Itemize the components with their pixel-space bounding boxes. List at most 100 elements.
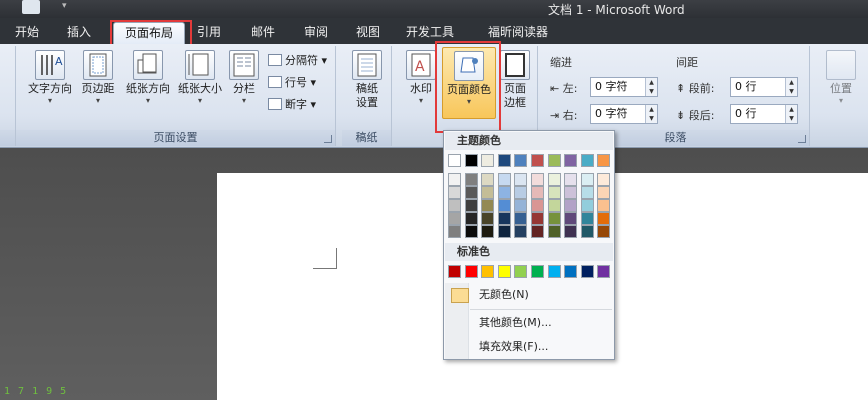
theme-shade-swatch[interactable] bbox=[531, 225, 544, 238]
hyphenation-button[interactable]: 断字 ▾ bbox=[268, 96, 316, 112]
theme-shade-swatch[interactable] bbox=[597, 212, 611, 225]
theme-shade-swatch[interactable] bbox=[564, 212, 578, 225]
indent-right-field[interactable]: 0 字符 ▲ ▼ bbox=[590, 104, 658, 124]
size-button[interactable]: 纸张大小 ▾ bbox=[172, 50, 228, 106]
theme-color-swatch[interactable] bbox=[531, 154, 544, 167]
no-color-menu-item[interactable]: 无颜色(N) bbox=[446, 285, 612, 305]
quick-access-dropdown-icon[interactable]: ▾ bbox=[62, 1, 67, 11]
standard-color-swatch[interactable] bbox=[514, 265, 528, 278]
theme-shade-swatch[interactable] bbox=[481, 186, 495, 199]
theme-shade-swatch[interactable] bbox=[464, 186, 478, 199]
spacing-after-field[interactable]: 0 行 ▲ ▼ bbox=[730, 104, 798, 124]
theme-shade-swatch[interactable] bbox=[547, 212, 561, 225]
margins-button[interactable]: 页边距 ▾ bbox=[76, 50, 120, 106]
theme-shade-swatch[interactable] bbox=[597, 186, 611, 199]
theme-shade-swatch[interactable] bbox=[547, 225, 561, 238]
theme-shade-swatch[interactable] bbox=[531, 212, 544, 225]
theme-color-swatch[interactable] bbox=[481, 154, 495, 167]
theme-shade-swatch[interactable] bbox=[448, 212, 461, 225]
breaks-button[interactable]: 分隔符 ▾ bbox=[268, 52, 327, 68]
theme-shade-swatch[interactable] bbox=[448, 225, 461, 238]
standard-color-swatch[interactable] bbox=[580, 265, 594, 278]
standard-color-swatch[interactable] bbox=[597, 265, 611, 278]
theme-color-swatch[interactable] bbox=[547, 154, 561, 167]
standard-color-swatch[interactable] bbox=[497, 265, 511, 278]
theme-shade-swatch[interactable] bbox=[481, 225, 495, 238]
theme-shade-swatch[interactable] bbox=[497, 186, 511, 199]
tab-view[interactable]: 视图 bbox=[347, 22, 389, 44]
line-numbers-button[interactable]: 行号 ▾ bbox=[268, 74, 316, 90]
theme-color-swatch[interactable] bbox=[564, 154, 578, 167]
spinner-arrows-icon[interactable]: ▲ ▼ bbox=[785, 105, 797, 123]
page-setup-launcher-icon[interactable] bbox=[324, 135, 332, 143]
theme-shade-swatch[interactable] bbox=[564, 199, 578, 212]
theme-color-swatch[interactable] bbox=[497, 154, 511, 167]
theme-shade-swatch[interactable] bbox=[531, 186, 544, 199]
theme-shade-swatch[interactable] bbox=[514, 173, 528, 186]
standard-color-swatch[interactable] bbox=[464, 265, 478, 278]
theme-color-swatch[interactable] bbox=[464, 154, 478, 167]
more-colors-menu-item[interactable]: 其他颜色(M)... bbox=[446, 313, 612, 333]
theme-shade-swatch[interactable] bbox=[580, 225, 594, 238]
tab-mailings[interactable]: 邮件 bbox=[242, 22, 284, 44]
theme-shade-swatch[interactable] bbox=[580, 212, 594, 225]
spinner-arrows-icon[interactable]: ▲ ▼ bbox=[645, 105, 657, 123]
quick-access-save-icon[interactable] bbox=[22, 0, 40, 14]
page-borders-button[interactable]: 页面 边框 bbox=[498, 50, 532, 110]
theme-color-swatch[interactable] bbox=[448, 154, 461, 167]
theme-shade-swatch[interactable] bbox=[531, 173, 544, 186]
standard-color-swatch[interactable] bbox=[481, 265, 495, 278]
theme-shade-swatch[interactable] bbox=[464, 199, 478, 212]
theme-shade-swatch[interactable] bbox=[481, 212, 495, 225]
theme-shade-swatch[interactable] bbox=[564, 186, 578, 199]
standard-color-swatch[interactable] bbox=[531, 265, 544, 278]
theme-shade-swatch[interactable] bbox=[564, 225, 578, 238]
theme-shade-swatch[interactable] bbox=[580, 173, 594, 186]
fill-effects-menu-item[interactable]: 填充效果(F)... bbox=[446, 337, 612, 357]
theme-shade-swatch[interactable] bbox=[597, 173, 611, 186]
tab-references[interactable]: 引用 bbox=[188, 22, 230, 44]
theme-color-swatch[interactable] bbox=[597, 154, 611, 167]
tab-developer[interactable]: 开发工具 bbox=[398, 22, 462, 44]
paragraph-launcher-icon[interactable] bbox=[798, 135, 806, 143]
text-direction-button[interactable]: A 文字方向 ▾ bbox=[22, 50, 78, 106]
theme-shade-swatch[interactable] bbox=[514, 199, 528, 212]
tab-page-layout[interactable]: 页面布局 bbox=[113, 22, 185, 44]
watermark-button[interactable]: A 水印 ▾ bbox=[404, 50, 438, 106]
theme-shade-swatch[interactable] bbox=[464, 212, 478, 225]
page-color-button[interactable]: 页面颜色 ▾ bbox=[442, 47, 496, 119]
columns-button[interactable]: 分栏 ▾ bbox=[228, 50, 260, 106]
theme-shade-swatch[interactable] bbox=[448, 173, 461, 186]
theme-color-swatch[interactable] bbox=[580, 154, 594, 167]
theme-shade-swatch[interactable] bbox=[481, 173, 495, 186]
theme-shade-swatch[interactable] bbox=[514, 225, 528, 238]
draft-settings-button[interactable]: 稿纸 设置 bbox=[348, 50, 386, 110]
theme-shade-swatch[interactable] bbox=[597, 225, 611, 238]
theme-shade-swatch[interactable] bbox=[514, 186, 528, 199]
standard-color-swatch[interactable] bbox=[547, 265, 561, 278]
spinner-arrows-icon[interactable]: ▲ ▼ bbox=[785, 78, 797, 96]
spacing-before-field[interactable]: 0 行 ▲ ▼ bbox=[730, 77, 798, 97]
theme-shade-swatch[interactable] bbox=[531, 199, 544, 212]
theme-shade-swatch[interactable] bbox=[464, 173, 478, 186]
theme-shade-swatch[interactable] bbox=[580, 199, 594, 212]
theme-shade-swatch[interactable] bbox=[547, 173, 561, 186]
theme-shade-swatch[interactable] bbox=[547, 186, 561, 199]
standard-color-swatch[interactable] bbox=[448, 265, 461, 278]
theme-shade-swatch[interactable] bbox=[448, 199, 461, 212]
spinner-arrows-icon[interactable]: ▲ ▼ bbox=[645, 78, 657, 96]
theme-shade-swatch[interactable] bbox=[514, 212, 528, 225]
theme-shade-swatch[interactable] bbox=[448, 186, 461, 199]
theme-shade-swatch[interactable] bbox=[497, 199, 511, 212]
theme-shade-swatch[interactable] bbox=[564, 173, 578, 186]
tab-foxit-reader[interactable]: 福昕阅读器 bbox=[478, 22, 558, 44]
standard-color-swatch[interactable] bbox=[564, 265, 578, 278]
position-button[interactable]: 位置 ▾ bbox=[824, 50, 858, 106]
theme-shade-swatch[interactable] bbox=[481, 199, 495, 212]
theme-shade-swatch[interactable] bbox=[464, 225, 478, 238]
theme-shade-swatch[interactable] bbox=[580, 186, 594, 199]
tab-review[interactable]: 审阅 bbox=[295, 22, 337, 44]
theme-shade-swatch[interactable] bbox=[547, 199, 561, 212]
theme-shade-swatch[interactable] bbox=[497, 225, 511, 238]
tab-home[interactable]: 开始 bbox=[6, 22, 48, 44]
